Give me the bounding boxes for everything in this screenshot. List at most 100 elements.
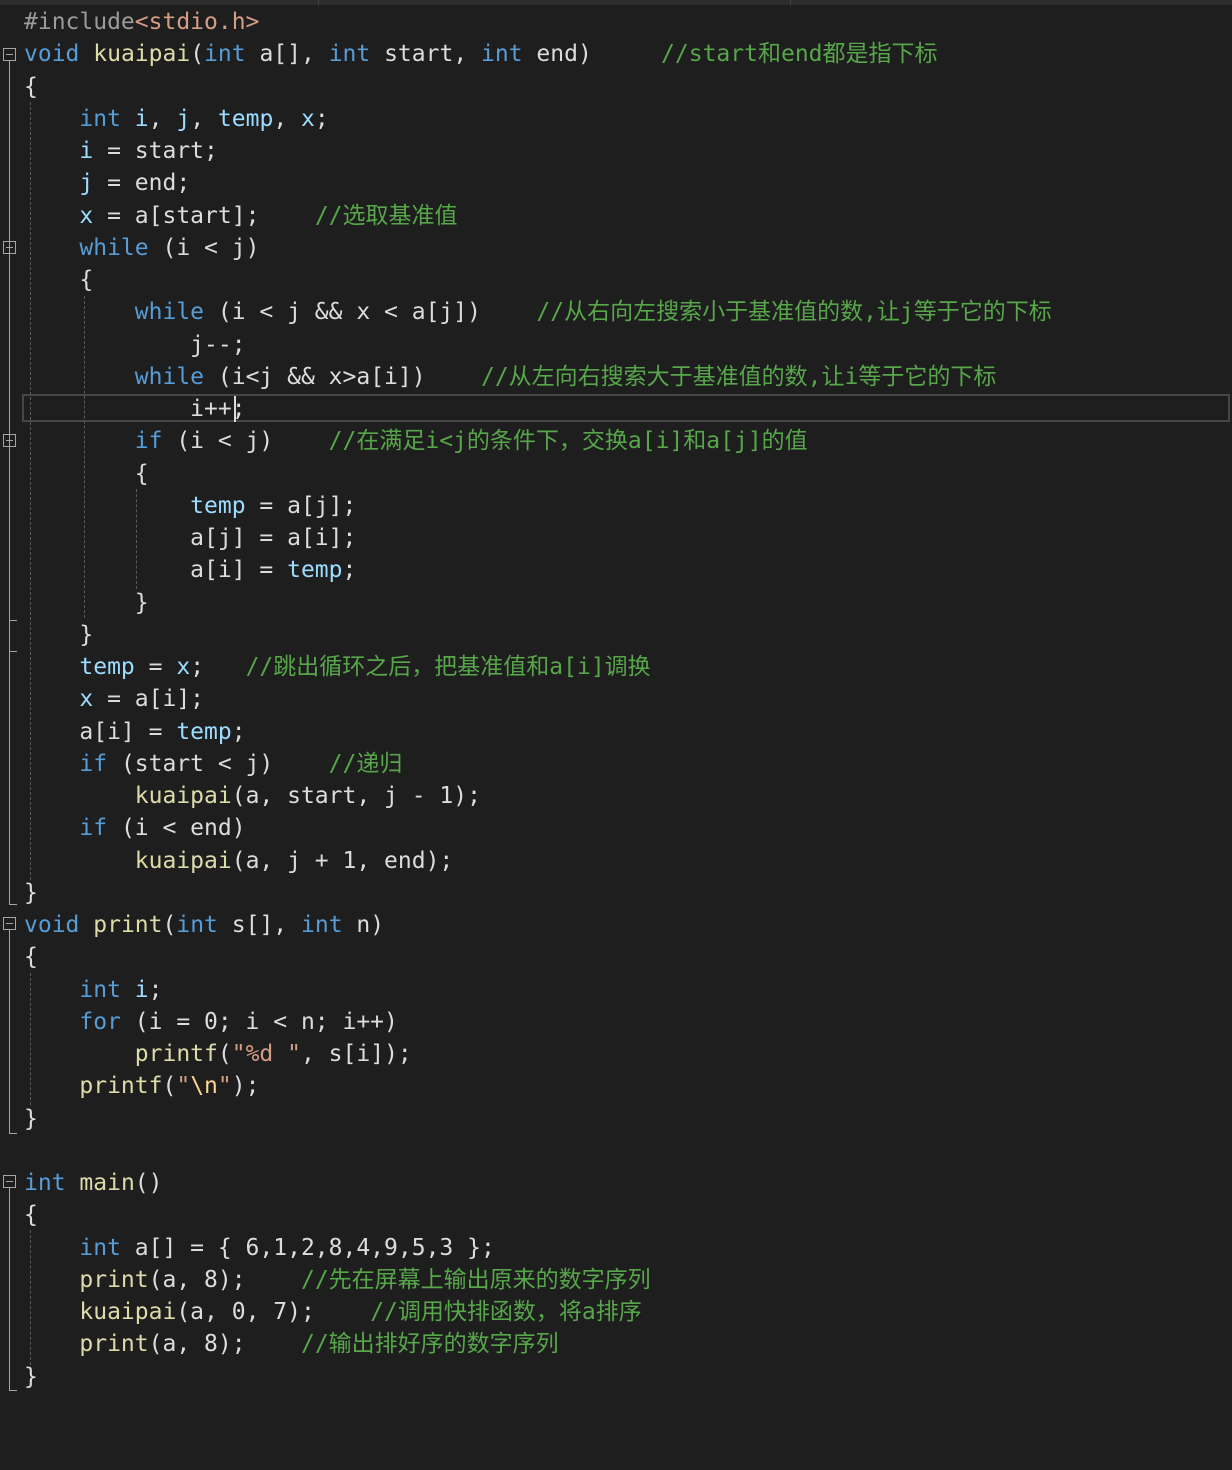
code-line[interactable]: j = end; bbox=[24, 167, 190, 199]
code-line[interactable]: kuaipai(a, j + 1, end); bbox=[24, 845, 454, 877]
code-token: temp bbox=[217, 105, 274, 132]
code-line[interactable]: i++; bbox=[24, 393, 245, 425]
code-token: (start < j) bbox=[107, 750, 329, 777]
code-token: int bbox=[79, 1234, 121, 1261]
code-token: temp bbox=[176, 718, 232, 745]
code-line[interactable]: { bbox=[24, 71, 38, 103]
code-token: x bbox=[79, 686, 94, 713]
code-token: { bbox=[24, 73, 38, 100]
code-line[interactable]: void print(int s[], int n) bbox=[24, 909, 384, 941]
code-line[interactable]: kuaipai(a, start, j - 1); bbox=[24, 780, 481, 812]
code-token: ; bbox=[231, 718, 246, 745]
code-token: (i < j) bbox=[162, 428, 329, 455]
code-line[interactable]: int i, j, temp, x; bbox=[24, 103, 329, 135]
code-line[interactable]: for (i = 0; i < n; i++) bbox=[24, 1006, 398, 1038]
tab-strip-edge bbox=[0, 0, 1232, 5]
collapse-toggle-print[interactable] bbox=[3, 917, 16, 930]
code-token: \n bbox=[190, 1073, 218, 1100]
code-line[interactable]: x = a[start]; //选取基准值 bbox=[24, 200, 458, 232]
code-token: , bbox=[148, 105, 177, 132]
code-token: (i < end) bbox=[107, 815, 246, 842]
code-comment: //选取基准值 bbox=[314, 202, 458, 229]
collapse-toggle-main[interactable] bbox=[3, 1175, 16, 1188]
code-line[interactable]: } bbox=[24, 1361, 38, 1393]
code-token: (a, 8); bbox=[148, 1331, 301, 1358]
code-line[interactable]: { bbox=[24, 941, 38, 973]
outline-region-end bbox=[9, 1133, 17, 1134]
code-line[interactable]: while (i < j && x < a[j]) //从右向左搜索小于基准值的… bbox=[24, 296, 1052, 328]
code-token: int bbox=[24, 1170, 66, 1196]
code-line[interactable]: print(a, 8); //输出排好序的数字序列 bbox=[24, 1328, 558, 1360]
code-token: ); bbox=[231, 1073, 260, 1100]
code-line[interactable]: kuaipai(a, 0, 7); //调用快排函数，将a排序 bbox=[24, 1296, 642, 1328]
code-line[interactable]: print(a, 8); //先在屏幕上输出原来的数字序列 bbox=[24, 1264, 650, 1296]
code-line[interactable]: { bbox=[24, 1199, 38, 1231]
code-line[interactable]: a[j] = a[i]; bbox=[24, 522, 356, 554]
code-line[interactable]: if (i < j) //在满足i<j的条件下，交换a[i]和a[j]的值 bbox=[24, 425, 808, 457]
code-token: "%d " bbox=[231, 1041, 301, 1067]
code-line[interactable]: printf("\n"); bbox=[24, 1070, 259, 1102]
code-token: " bbox=[176, 1073, 191, 1100]
code-line[interactable]: i = start; bbox=[24, 135, 217, 167]
code-token: int bbox=[176, 912, 218, 938]
outline-region-end bbox=[9, 1390, 17, 1391]
code-line[interactable]: j--; bbox=[24, 329, 246, 361]
code-line[interactable]: temp = x; //跳出循环之后，把基准值和a[i]调换 bbox=[24, 651, 650, 683]
code-token: temp bbox=[287, 557, 343, 584]
code-line[interactable]: while (i < j) bbox=[24, 232, 259, 264]
code-line[interactable]: { bbox=[24, 458, 149, 490]
code-token: #include bbox=[24, 9, 135, 35]
code-token: kuaipai bbox=[79, 1299, 177, 1325]
code-line[interactable]: } bbox=[24, 587, 149, 619]
outline-region-main bbox=[9, 1188, 10, 1390]
code-token: = a[start]; bbox=[93, 202, 315, 229]
code-token: j--; bbox=[24, 331, 246, 358]
code-token: (i<j && x>a[i]) bbox=[204, 363, 481, 390]
code-line[interactable]: while (i<j && x>a[i]) //从左向右搜索大于基准值的数,让i… bbox=[24, 361, 997, 393]
code-token: int bbox=[481, 41, 523, 68]
code-line[interactable]: } bbox=[24, 1103, 38, 1135]
code-token: j bbox=[79, 170, 94, 197]
code-line[interactable]: int i; bbox=[24, 974, 162, 1006]
code-comment: //调用快排函数，将a排序 bbox=[370, 1299, 642, 1325]
code-line[interactable]: void kuaipai(int a[], int start, int end… bbox=[24, 38, 938, 70]
code-line[interactable]: } bbox=[24, 877, 38, 909]
code-token: i bbox=[134, 976, 149, 1003]
code-line[interactable]: if (i < end) bbox=[24, 812, 246, 844]
code-token: (a, start, j - 1); bbox=[231, 783, 481, 809]
collapse-toggle-kuaipai[interactable] bbox=[3, 48, 16, 61]
code-line[interactable]: a[i] = temp; bbox=[24, 716, 246, 748]
code-line[interactable]: int a[] = { 6,1,2,8,4,9,5,3 }; bbox=[24, 1232, 494, 1264]
code-line[interactable]: { bbox=[24, 264, 93, 296]
code-token: , s[i]); bbox=[300, 1041, 412, 1067]
code-line[interactable]: #include<stdio.h> bbox=[24, 6, 259, 38]
code-token: { bbox=[24, 267, 94, 293]
code-line[interactable]: if (start < j) //递归 bbox=[24, 748, 402, 780]
code-token: ; bbox=[314, 105, 329, 132]
code-editor[interactable]: #include<stdio.h> void kuaipai(int a[], i… bbox=[0, 0, 1232, 1470]
code-line[interactable]: x = a[i]; bbox=[24, 683, 204, 715]
code-line[interactable]: printf("%d ", s[i]); bbox=[24, 1038, 412, 1070]
code-token: while bbox=[134, 363, 205, 390]
code-line[interactable]: a[i] = temp; bbox=[24, 554, 356, 586]
code-line[interactable]: int main() bbox=[24, 1167, 163, 1199]
code-token: int bbox=[328, 41, 371, 68]
outline-region-while bbox=[9, 254, 10, 651]
tab-separator bbox=[790, 0, 791, 5]
outline-region-print bbox=[9, 930, 10, 1133]
code-token: int bbox=[79, 976, 121, 1003]
code-line[interactable]: } bbox=[24, 619, 93, 651]
code-line[interactable]: temp = a[j]; bbox=[24, 490, 356, 522]
